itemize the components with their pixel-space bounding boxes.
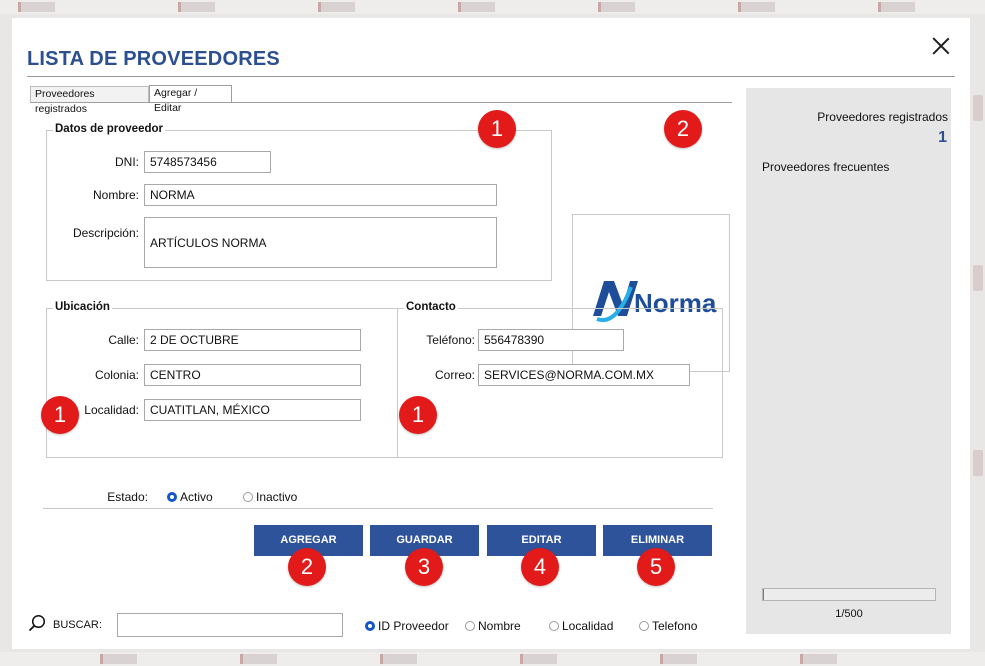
background-decor [380,654,417,664]
correo-field[interactable]: SERVICES@NORMA.COM.MX [478,364,690,386]
search-option-localidad[interactable]: Localidad [549,619,613,633]
descripcion-label: Descripción: [72,226,139,240]
background-side-icon [973,95,983,121]
registrados-label: Proveedores registrados [817,110,948,124]
tab-agregar-editar[interactable]: Agregar / Editar [149,85,232,114]
telefono-label: Teléfono: [426,333,475,347]
background-strip-top [0,0,985,14]
progress-text: 1/500 [835,608,863,620]
search-option-id[interactable]: ID Proveedor [365,619,449,633]
background-side-icon [973,265,983,291]
background-decor [178,2,215,12]
colonia-label: Colonia: [94,368,139,382]
descripcion-textarea[interactable]: ARTÍCULOS NORMA [144,217,497,268]
ubicacion-group: Ubicación Calle: 2 DE OCTUBRE Colonia: C… [46,301,398,458]
dialog-title: LISTA DE PROVEEDORES [27,48,280,70]
registrados-count: 1 [938,129,947,146]
radio-unselected-icon [465,621,475,631]
background-decor [878,2,915,12]
annotation-badge: 2 [288,548,326,586]
radio-selected-icon [167,492,177,502]
radio-label: Inactivo [256,490,298,504]
estado-label: Estado: [107,490,148,504]
calle-field[interactable]: 2 DE OCTUBRE [144,329,361,351]
background-decor [598,2,635,12]
annotation-badge: 3 [405,548,443,586]
frecuentes-label: Proveedores frecuentes [762,160,890,174]
group-title: Contacto [404,301,458,313]
estado-activo-radio[interactable]: Activo [167,490,213,504]
search-label: BUSCAR: [53,619,102,631]
radio-label: Nombre [478,619,521,633]
background-decor [738,2,775,12]
tab-proveedores-registrados[interactable]: Proveedores registrados [30,86,149,115]
radio-label: Activo [180,490,213,504]
nombre-field[interactable]: NORMA [144,184,497,206]
radio-unselected-icon [549,621,559,631]
search-option-nombre[interactable]: Nombre [465,619,521,633]
title-divider [27,76,955,77]
form-separator [43,508,713,509]
background-decor [458,2,495,12]
annotation-badge: 1 [399,396,437,434]
background-decor [660,654,697,664]
search-input[interactable] [117,613,343,637]
background-strip-bottom [0,652,985,666]
close-icon[interactable] [929,34,953,58]
annotation-badge: 1 [478,110,516,148]
radio-unselected-icon [243,492,253,502]
background-side-icon [973,450,983,476]
telefono-field[interactable]: 556478390 [478,329,624,351]
annotation-badge: 5 [637,548,675,586]
background-decor [100,654,137,664]
radio-label: Telefono [652,619,698,633]
radio-unselected-icon [639,621,649,631]
stats-panel: Proveedores registrados 1 Proveedores fr… [746,88,951,634]
datos-proveedor-group: Datos de proveedor DNI: 5748573456 Nombr… [46,123,552,281]
radio-selected-icon [365,621,375,631]
radio-label: Localidad [562,619,614,633]
background-decor [318,2,355,12]
estado-inactivo-radio[interactable]: Inactivo [243,490,297,504]
contacto-group: Contacto Teléfono: 556478390 Correo: SER… [397,301,723,458]
nombre-label: Nombre: [92,188,139,202]
background-decor [18,2,55,12]
annotation-badge: 2 [664,110,702,148]
dni-field[interactable]: 5748573456 [144,151,271,173]
group-title: Ubicación [53,301,112,313]
dni-label: DNI: [115,155,139,169]
radio-label: ID Proveedor [378,619,449,633]
background-decor [800,654,837,664]
colonia-field[interactable]: CENTRO [144,364,361,386]
group-title: Datos de proveedor [53,123,165,135]
progress-bar [762,588,936,601]
background-decor [240,654,277,664]
background-decor [520,654,557,664]
annotation-badge: 4 [521,548,559,586]
correo-label: Correo: [434,368,475,382]
search-option-telefono[interactable]: Telefono [639,619,697,633]
localidad-field[interactable]: CUATITLAN, MÉXICO [144,399,361,421]
tab-panel-agregar-editar: Datos de proveedor DNI: 5748573456 Nombr… [30,102,732,603]
calle-label: Calle: [108,333,139,347]
annotation-badge: 1 [41,396,79,434]
search-icon[interactable] [28,614,46,632]
